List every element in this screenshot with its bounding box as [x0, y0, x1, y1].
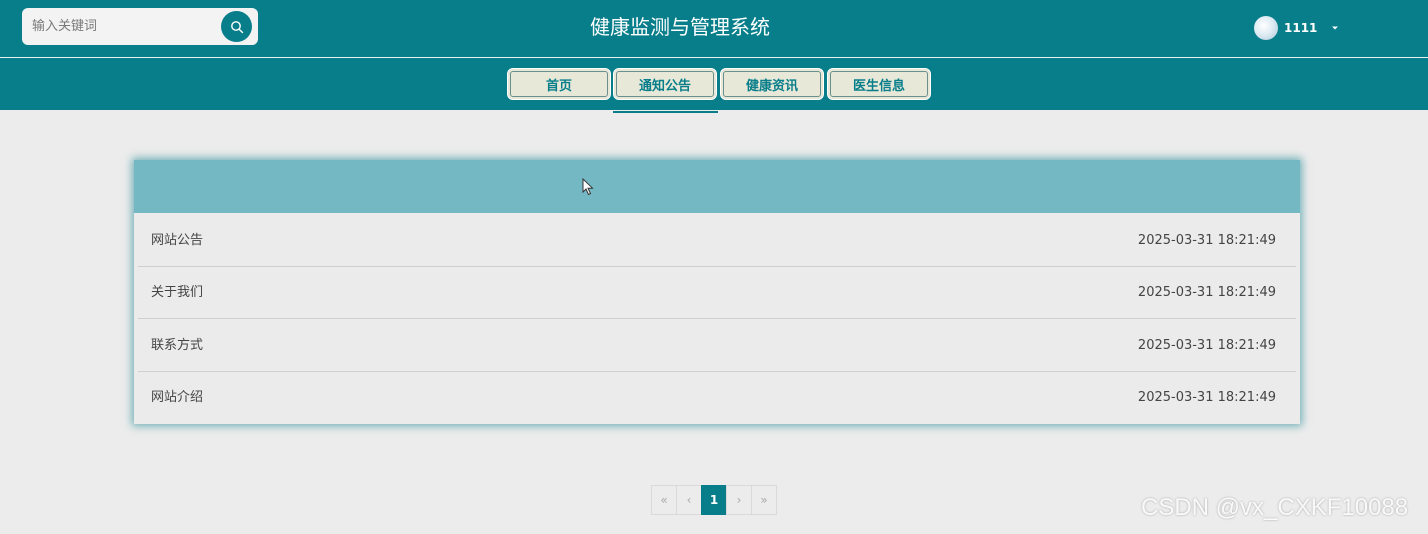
pagination: « ‹ 1 › »: [651, 485, 777, 515]
search-box: [22, 8, 258, 45]
tab-home[interactable]: 首页: [507, 68, 611, 100]
notice-list-card: 网站公告 2025-03-31 18:21:49 关于我们 2025-03-31…: [134, 160, 1300, 424]
notice-date: 2025-03-31 18:21:49: [1137, 233, 1276, 248]
notice-title: 网站介绍: [151, 390, 204, 405]
top-bar: 健康监测与管理系统 1111: [0, 0, 1428, 57]
caret-down-icon: [1332, 26, 1339, 30]
tab-notices[interactable]: 通知公告: [613, 68, 717, 100]
notice-title: 联系方式: [151, 338, 204, 353]
list-item[interactable]: 联系方式 2025-03-31 18:21:49: [138, 320, 1296, 372]
prev-page-button[interactable]: ‹: [676, 485, 702, 515]
notice-title: 关于我们: [151, 285, 204, 300]
search-input[interactable]: [32, 14, 212, 38]
current-page-button[interactable]: 1: [701, 485, 727, 515]
last-page-button[interactable]: »: [751, 485, 777, 515]
next-page-button[interactable]: ›: [726, 485, 752, 515]
nav-bar: 首页 通知公告 健康资讯 医生信息: [0, 58, 1428, 110]
username: 1111: [1284, 21, 1318, 35]
site-title: 健康监测与管理系统: [590, 15, 770, 39]
avatar: [1254, 16, 1278, 40]
active-tab-indicator: [613, 111, 718, 113]
notice-date: 2025-03-31 18:21:49: [1137, 390, 1276, 405]
notice-title: 网站公告: [151, 233, 204, 248]
row-divider: [138, 318, 1296, 319]
search-icon: [230, 20, 243, 33]
list-item[interactable]: 网站公告 2025-03-31 18:21:49: [138, 215, 1296, 267]
notice-date: 2025-03-31 18:21:49: [1137, 338, 1276, 353]
tab-doctor-info[interactable]: 医生信息: [827, 68, 931, 100]
notice-date: 2025-03-31 18:21:49: [1137, 285, 1276, 300]
watermark: CSDN @vx_CXKF10088: [1141, 494, 1409, 521]
list-item[interactable]: 关于我们 2025-03-31 18:21:49: [138, 267, 1296, 319]
mouse-pointer-icon: [582, 178, 594, 196]
first-page-button[interactable]: «: [651, 485, 677, 515]
search-button[interactable]: [221, 11, 252, 42]
card-header: [134, 160, 1300, 213]
user-menu[interactable]: 1111: [1254, 16, 1339, 40]
tab-health-news[interactable]: 健康资讯: [720, 68, 824, 100]
list-item[interactable]: 网站介绍 2025-03-31 18:21:49: [138, 372, 1296, 424]
